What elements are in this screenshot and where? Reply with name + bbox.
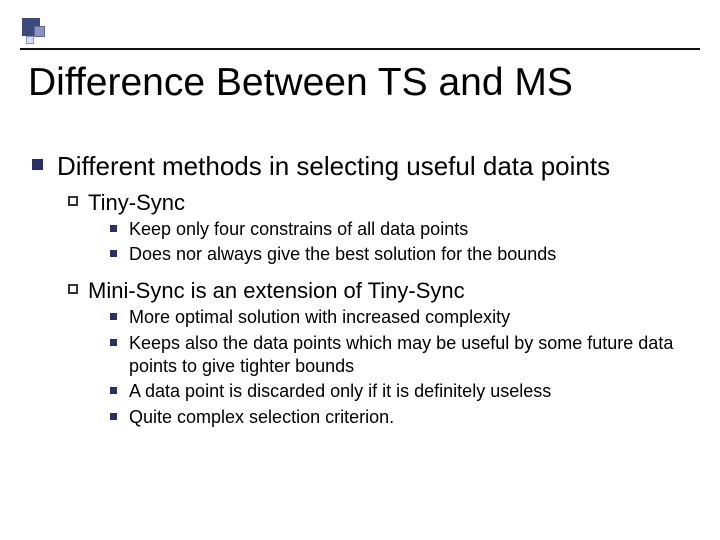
level3-text: Keeps also the data points which may be …: [129, 332, 690, 379]
bullet-level2: Tiny-Sync: [68, 189, 690, 217]
corner-decoration: [22, 18, 48, 44]
hollow-square-icon: [68, 284, 78, 294]
small-square-icon: [110, 339, 117, 346]
bullet-level3: More optimal solution with increased com…: [110, 306, 690, 329]
level3-text: More optimal solution with increased com…: [129, 306, 510, 329]
small-square-icon: [110, 387, 117, 394]
square-bullet-icon: [32, 159, 43, 170]
bullet-level2: Mini-Sync is an extension of Tiny-Sync: [68, 277, 690, 305]
bullet-level3: Quite complex selection criterion.: [110, 406, 690, 429]
bullet-level3: Does nor always give the best solution f…: [110, 243, 690, 266]
small-square-icon: [110, 413, 117, 420]
level3-text: A data point is discarded only if it is …: [129, 380, 551, 403]
level2-text: Mini-Sync is an extension of Tiny-Sync: [88, 277, 465, 305]
bullet-level3: A data point is discarded only if it is …: [110, 380, 690, 403]
small-square-icon: [110, 250, 117, 257]
level3-text: Quite complex selection criterion.: [129, 406, 394, 429]
level2-text: Tiny-Sync: [88, 189, 185, 217]
level3-text: Does nor always give the best solution f…: [129, 243, 556, 266]
bullet-level3: Keeps also the data points which may be …: [110, 332, 690, 379]
bullet-level1: Different methods in selecting useful da…: [32, 150, 690, 183]
bullet-level3: Keep only four constrains of all data po…: [110, 218, 690, 241]
small-square-icon: [110, 225, 117, 232]
small-square-icon: [110, 313, 117, 320]
title-divider: [20, 48, 700, 50]
slide-title: Difference Between TS and MS: [28, 62, 692, 105]
hollow-square-icon: [68, 196, 78, 206]
level3-text: Keep only four constrains of all data po…: [129, 218, 468, 241]
level1-text: Different methods in selecting useful da…: [57, 150, 610, 183]
slide-body: Different methods in selecting useful da…: [32, 150, 690, 439]
